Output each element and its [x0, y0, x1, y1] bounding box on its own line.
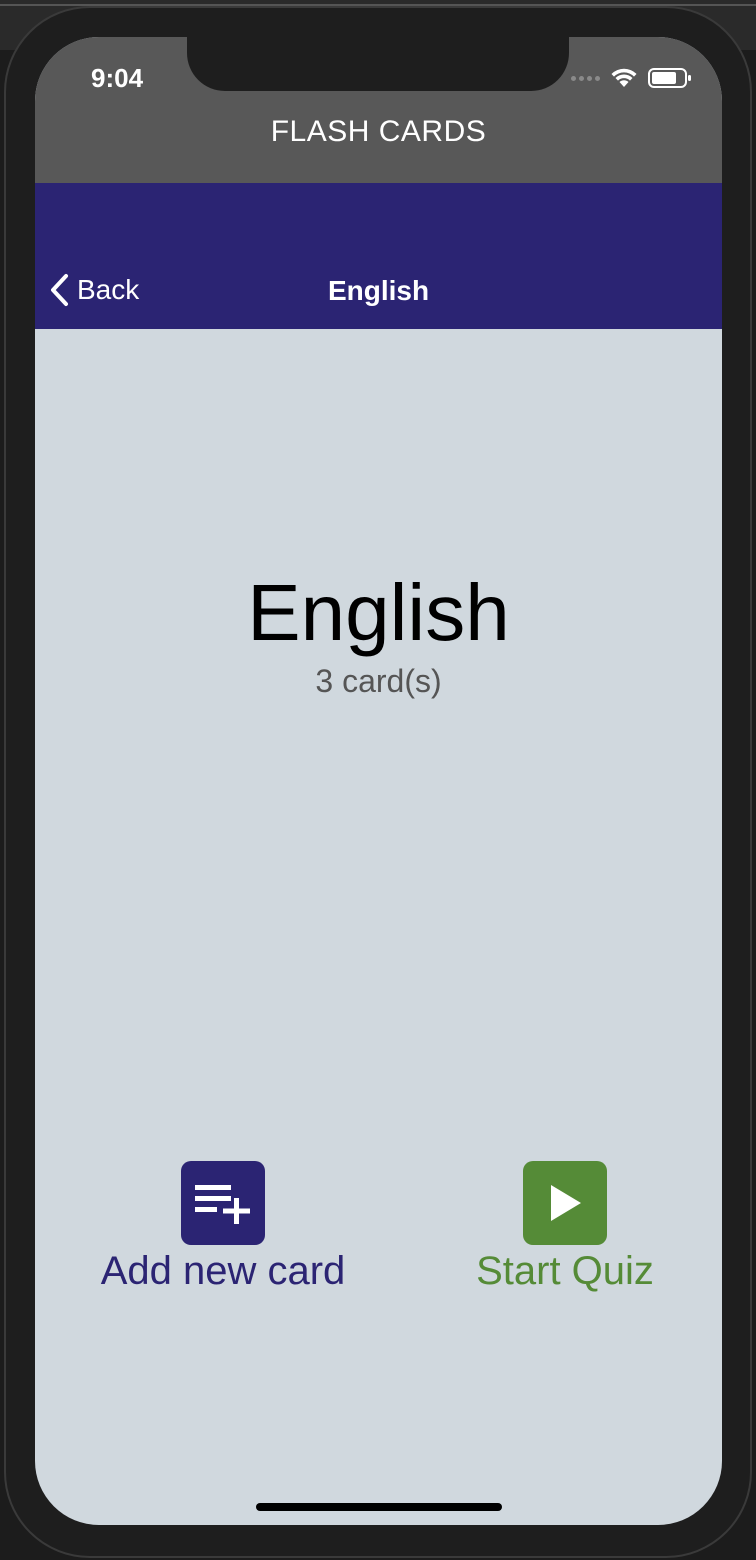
- notch: [187, 37, 569, 91]
- deck-title: English: [247, 568, 510, 657]
- phone-screen: 9:04 FLASH CARDS Back English English 3 …: [35, 37, 722, 1525]
- navigation-bar: Back English: [35, 183, 722, 329]
- add-new-card-label: Add new card: [100, 1249, 346, 1293]
- deck-card-count: 3 card(s): [315, 663, 442, 699]
- playlist-add-icon: [195, 1185, 250, 1224]
- app-title: FLASH CARDS: [270, 115, 487, 148]
- home-indicator[interactable]: [256, 1503, 502, 1511]
- status-icons: [571, 67, 692, 89]
- start-quiz-label: Start Quiz: [476, 1249, 654, 1293]
- add-card-icon-box: [181, 1161, 265, 1245]
- status-time: 9:04: [91, 63, 144, 93]
- battery-icon: [648, 68, 691, 88]
- status-bar: 9:04 FLASH CARDS: [35, 37, 722, 183]
- add-new-card-button[interactable]: Add new card: [95, 1161, 351, 1294]
- nav-title: English: [327, 275, 430, 306]
- start-quiz-icon-box: [523, 1161, 607, 1245]
- start-quiz-button[interactable]: Start Quiz: [465, 1161, 665, 1294]
- signal-dots-icon: [571, 75, 600, 81]
- wifi-icon: [611, 68, 637, 87]
- play-icon: [551, 1185, 581, 1221]
